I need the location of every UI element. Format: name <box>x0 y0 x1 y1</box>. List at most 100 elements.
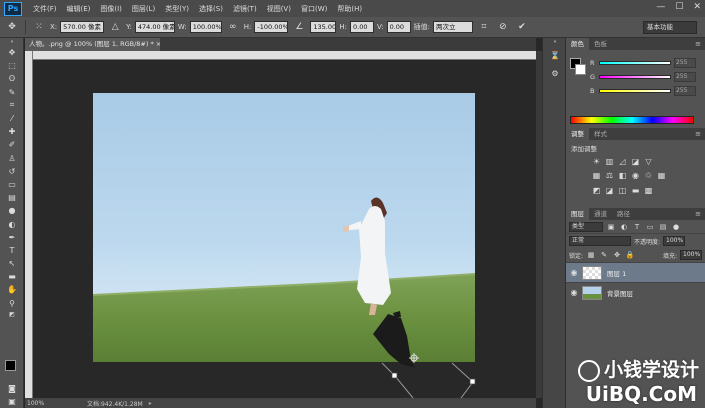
zoom-level[interactable]: 100% <box>25 400 47 407</box>
vibrance-icon[interactable]: ▽ <box>644 157 653 166</box>
healing-brush-tool-icon[interactable]: ✚ <box>0 125 24 138</box>
channel-mixer-icon[interactable]: ♲ <box>644 171 653 180</box>
layer-row-1[interactable]: ◉ 图层 1 <box>566 262 705 282</box>
status-menu-icon[interactable]: ▸ <box>149 400 152 407</box>
hue-saturation-icon[interactable]: ▦ <box>592 171 601 180</box>
menu-layer[interactable]: 图层(L) <box>127 4 160 14</box>
clone-stamp-tool-icon[interactable]: ♙ <box>0 152 24 165</box>
maximize-button[interactable]: ☐ <box>675 2 683 12</box>
menu-filter[interactable]: 滤镜(T) <box>228 4 262 14</box>
slider-g-track[interactable] <box>599 75 671 79</box>
hskew-input[interactable]: 0.00 <box>350 21 374 33</box>
selective-color-icon[interactable]: ▩ <box>644 186 653 195</box>
shape-tool-icon[interactable]: ▬ <box>0 270 24 283</box>
type-tool-icon[interactable]: T <box>0 244 24 257</box>
zoom-tool-icon[interactable]: ⚲ <box>0 297 24 310</box>
transform-shadow[interactable] <box>33 60 536 398</box>
pixel-filter-icon[interactable]: ▣ <box>606 222 616 232</box>
menu-type[interactable]: 类型(Y) <box>160 4 194 14</box>
lock-position-icon[interactable]: ✥ <box>612 250 622 260</box>
slider-r-track[interactable] <box>599 61 671 65</box>
ruler-vertical[interactable] <box>25 51 33 398</box>
strip-grip-icon[interactable]: « <box>543 38 567 46</box>
document-tab[interactable]: 人物。.png @ 100% (图层 1, RGB/8#) * × <box>25 38 160 51</box>
menu-edit[interactable]: 编辑(E) <box>62 4 96 14</box>
delta-icon[interactable]: △ <box>107 20 123 34</box>
lasso-tool-icon[interactable]: ʘ <box>0 72 24 85</box>
slider-b-value[interactable]: 255 <box>674 86 696 96</box>
slider-r-value[interactable]: 255 <box>674 58 696 68</box>
tab-adjustments[interactable]: 调整 <box>566 128 589 140</box>
h-input[interactable]: -100.00% <box>254 21 289 33</box>
quick-mask-icon[interactable]: ◙ <box>0 382 24 395</box>
filter-toggle-icon[interactable]: ● <box>671 222 681 232</box>
hand-tool-icon[interactable]: ✋ <box>0 283 24 296</box>
layer-row-background[interactable]: ◉ 背景图层 <box>566 282 705 302</box>
slider-b-track[interactable] <box>599 89 671 93</box>
tool-preset-icon[interactable]: ✥ <box>4 20 20 34</box>
default-colors-icon[interactable]: ◩ <box>0 310 24 320</box>
path-select-tool-icon[interactable]: ↖ <box>0 257 24 270</box>
photo-filter-icon[interactable]: ◉ <box>631 171 640 180</box>
shape-filter-icon[interactable]: ▭ <box>645 222 655 232</box>
gradient-map-icon[interactable]: ▬ <box>631 186 640 195</box>
minimize-button[interactable]: — <box>656 2 665 12</box>
menu-file[interactable]: 文件(F) <box>28 4 62 14</box>
lock-image-icon[interactable]: ✎ <box>599 250 609 260</box>
ruler-horizontal[interactable] <box>33 51 536 60</box>
smart-object-filter-icon[interactable]: ▤ <box>658 222 668 232</box>
tab-styles[interactable]: 样式 <box>589 128 612 140</box>
panel-menu-icon[interactable]: ≡ <box>695 40 701 48</box>
warp-mode-icon[interactable]: ⌗ <box>476 20 492 34</box>
screen-mode-icon[interactable]: ▣ <box>0 395 24 408</box>
foreground-color-swatch[interactable] <box>5 360 16 371</box>
slider-g-value[interactable]: 255 <box>674 72 696 82</box>
levels-icon[interactable]: ▥ <box>605 157 614 166</box>
blur-tool-icon[interactable]: ● <box>0 204 24 217</box>
menu-image[interactable]: 图像(I) <box>95 4 127 14</box>
opacity-input[interactable]: 100% <box>663 236 686 246</box>
quick-select-tool-icon[interactable]: ✎ <box>0 86 24 99</box>
threshold-icon[interactable]: ◫ <box>618 186 627 195</box>
menu-window[interactable]: 窗口(W) <box>296 4 332 14</box>
reference-point-icon[interactable]: ⁙ <box>31 20 47 34</box>
move-tool-icon[interactable]: ✥ <box>0 46 24 59</box>
vskew-input[interactable]: 0.00 <box>386 21 411 33</box>
workspace-select[interactable]: 基本功能 <box>643 21 697 34</box>
commit-transform-icon[interactable]: ✔ <box>514 20 530 34</box>
visibility-eye-icon[interactable]: ◉ <box>566 268 582 277</box>
angle-input[interactable]: 135.00 <box>310 21 337 33</box>
color-balance-icon[interactable]: ⚖ <box>605 171 614 180</box>
tab-layers[interactable]: 图层 <box>566 208 589 220</box>
w-input[interactable]: 100.00% <box>189 21 222 33</box>
curves-icon[interactable]: ◿ <box>618 157 627 166</box>
panel-menu-icon[interactable]: ≡ <box>695 130 701 138</box>
toolbar-grip-icon[interactable]: » <box>0 38 24 46</box>
crop-tool-icon[interactable]: ⌗ <box>0 99 24 112</box>
adjustment-filter-icon[interactable]: ◐ <box>619 222 629 232</box>
tab-paths[interactable]: 路径 <box>612 208 635 220</box>
history-brush-tool-icon[interactable]: ↺ <box>0 165 24 178</box>
exposure-icon[interactable]: ◪ <box>631 157 640 166</box>
dodge-tool-icon[interactable]: ◐ <box>0 217 24 230</box>
black-white-icon[interactable]: ◧ <box>618 171 627 180</box>
x-input[interactable]: 570.00 像素 <box>60 21 105 33</box>
tab-swatches[interactable]: 色板 <box>589 38 612 50</box>
brush-tool-icon[interactable]: ✐ <box>0 138 24 151</box>
link-icon[interactable]: ∞ <box>225 20 241 34</box>
lock-all-icon[interactable]: 🔒 <box>625 250 635 260</box>
color-spectrum-bar[interactable] <box>570 116 694 124</box>
layer-kind-filter[interactable]: 类型 <box>569 221 603 232</box>
color-background-swatch[interactable] <box>575 64 586 75</box>
tab-color[interactable]: 颜色 <box>566 38 589 50</box>
gradient-tool-icon[interactable]: ▤ <box>0 191 24 204</box>
menu-select[interactable]: 选择(S) <box>194 4 228 14</box>
invert-icon[interactable]: ◩ <box>592 186 601 195</box>
interpolation-select[interactable]: 两次立 <box>432 21 473 33</box>
tab-channels[interactable]: 通道 <box>589 208 612 220</box>
color-lookup-icon[interactable]: ▦ <box>657 171 666 180</box>
menu-help[interactable]: 帮助(H) <box>332 4 367 14</box>
visibility-eye-icon[interactable]: ◉ <box>566 288 582 297</box>
canvas-area[interactable] <box>33 60 536 398</box>
cancel-transform-icon[interactable]: ⊘ <box>495 20 511 34</box>
